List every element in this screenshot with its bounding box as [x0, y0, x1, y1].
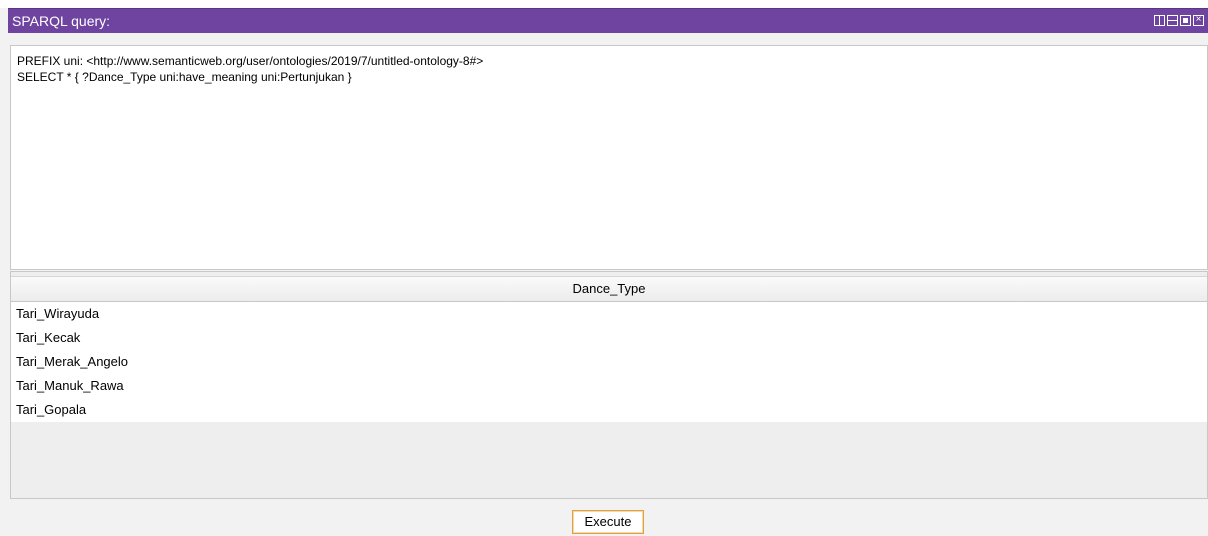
- maximize-icon[interactable]: [1180, 15, 1191, 26]
- table-row[interactable]: Tari_Gopala: [11, 398, 1207, 422]
- table-row[interactable]: Tari_Manuk_Rawa: [11, 374, 1207, 398]
- panel-title-bar: SPARQL query: ×: [8, 8, 1208, 33]
- table-row[interactable]: Tari_Wirayuda: [11, 302, 1207, 326]
- results-rows: Tari_Wirayuda Tari_Kecak Tari_Merak_Ange…: [11, 302, 1207, 422]
- split-horizontal-icon[interactable]: [1154, 15, 1165, 26]
- split-vertical-icon[interactable]: [1167, 15, 1178, 26]
- column-header-dance-type[interactable]: Dance_Type: [11, 276, 1207, 302]
- table-row[interactable]: Tari_Merak_Angelo: [11, 350, 1207, 374]
- panel-title: SPARQL query:: [12, 13, 111, 29]
- results-table: Dance_Type Tari_Wirayuda Tari_Kecak Tari…: [10, 271, 1208, 499]
- top-strip: [0, 0, 1208, 8]
- query-editor[interactable]: PREFIX uni: <http://www.semanticweb.org/…: [10, 45, 1208, 270]
- close-icon[interactable]: ×: [1193, 14, 1204, 26]
- table-row[interactable]: Tari_Kecak: [11, 326, 1207, 350]
- execute-button[interactable]: Execute: [572, 510, 644, 534]
- window-controls: ×: [1154, 14, 1204, 26]
